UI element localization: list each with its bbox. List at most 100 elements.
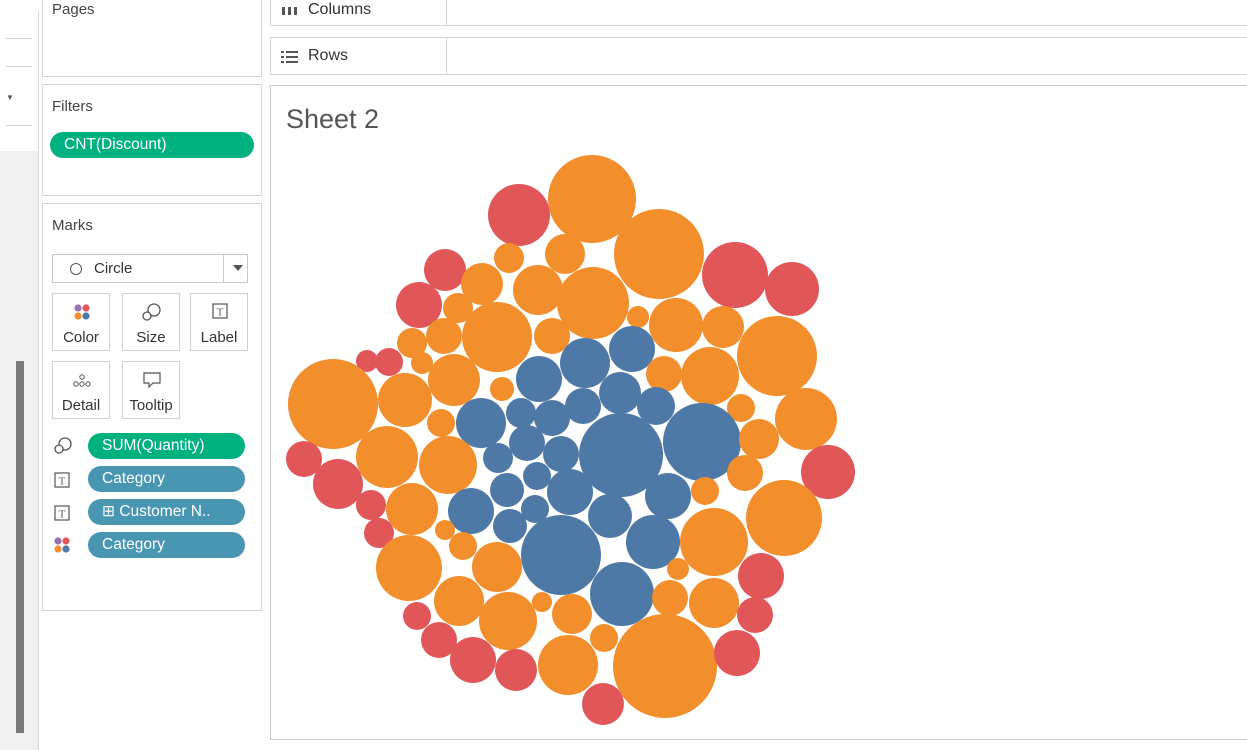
size-button[interactable]: Size [122, 293, 180, 351]
mark-type-value: Circle [94, 260, 133, 277]
bubble-red-58[interactable] [356, 490, 386, 520]
bubble-blue-37[interactable] [565, 388, 601, 424]
bubble-orange-41[interactable] [427, 409, 455, 437]
bubble-red-85[interactable] [403, 602, 431, 630]
bubble-orange-28[interactable] [737, 316, 817, 396]
label-field-pill-category[interactable]: Category [88, 466, 245, 492]
bubble-orange-80[interactable] [532, 592, 552, 612]
bubble-orange-18[interactable] [649, 298, 703, 352]
label-button[interactable]: T Label [190, 293, 248, 351]
chevron-down-icon[interactable] [233, 265, 243, 271]
bubble-orange-3[interactable] [614, 209, 704, 299]
bubble-orange-86[interactable] [590, 624, 618, 652]
bubble-orange-83[interactable] [689, 578, 739, 628]
filters-card[interactable]: Filters CNT(Discount) [42, 84, 262, 196]
bubble-orange-73[interactable] [376, 535, 442, 601]
bubble-red-2[interactable] [488, 184, 550, 246]
rows-shelf[interactable]: Rows [270, 37, 1247, 75]
bubble-blue-43[interactable] [509, 425, 545, 461]
bubble-orange-90[interactable] [538, 635, 598, 695]
bubble-orange-26[interactable] [411, 352, 433, 374]
bubble-orange-16[interactable] [426, 318, 462, 354]
bubble-orange-62[interactable] [691, 477, 719, 505]
bubble-orange-19[interactable] [702, 306, 744, 348]
bubble-orange-46[interactable] [739, 419, 779, 459]
label-field-pill-customer[interactable]: ⊞ Customer N.. [88, 499, 245, 525]
bubble-blue-65[interactable] [588, 494, 632, 538]
bubble-orange-5[interactable] [494, 243, 524, 273]
bubble-orange-20[interactable] [627, 306, 649, 328]
bubble-red-6[interactable] [424, 249, 466, 291]
bubble-blue-71[interactable] [521, 515, 601, 595]
bubble-orange-47[interactable] [356, 426, 418, 488]
bubble-orange-27[interactable] [428, 354, 480, 406]
bubble-blue-49[interactable] [543, 436, 579, 472]
color-field-pill-category[interactable]: Category [88, 532, 245, 558]
bubble-orange-81[interactable] [552, 594, 592, 634]
bubble-blue-53[interactable] [547, 469, 593, 515]
bubble-orange-55[interactable] [727, 455, 763, 491]
bubble-orange-32[interactable] [378, 373, 432, 427]
bubble-blue-66[interactable] [493, 509, 527, 543]
view-canvas[interactable]: Sheet 2 [270, 85, 1247, 740]
detail-button[interactable]: Detail [52, 361, 110, 419]
bubble-orange-31[interactable] [288, 359, 378, 449]
bubble-blue-60[interactable] [490, 473, 524, 507]
bubble-blue-77[interactable] [590, 562, 654, 626]
bubble-red-12[interactable] [765, 262, 819, 316]
size-field-pill[interactable]: SUM(Quantity) [88, 433, 245, 459]
bubble-orange-63[interactable] [746, 480, 822, 556]
bubble-blue-23[interactable] [516, 356, 562, 402]
mark-type-select[interactable]: Circle [52, 254, 248, 283]
bubble-orange-91[interactable] [613, 614, 717, 718]
pages-card[interactable]: Pages [42, 0, 262, 77]
label-button-label: Label [200, 329, 238, 346]
bubble-orange-40[interactable] [775, 388, 837, 450]
bubble-orange-75[interactable] [667, 558, 689, 580]
bubble-orange-78[interactable] [434, 576, 484, 626]
bubble-red-25[interactable] [375, 348, 403, 376]
bubble-blue-21[interactable] [609, 326, 655, 372]
collapse-caret-icon[interactable]: ▼ [6, 93, 14, 102]
bubble-orange-30[interactable] [681, 347, 739, 405]
rows-icon [281, 51, 298, 63]
bubble-orange-68[interactable] [435, 520, 455, 540]
columns-shelf[interactable]: Columns [270, 0, 1247, 26]
bubble-red-11[interactable] [702, 242, 768, 308]
bubble-orange-29[interactable] [646, 356, 682, 392]
bubble-red-57[interactable] [313, 459, 363, 509]
bubble-blue-54[interactable] [645, 473, 691, 519]
filter-pill-cnt-discount[interactable]: CNT(Discount) [50, 132, 254, 158]
label-icon: T [54, 505, 70, 521]
bubble-orange-7[interactable] [513, 265, 563, 315]
bubble-red-76[interactable] [738, 553, 784, 599]
bubble-blue-52[interactable] [523, 462, 551, 490]
bubble-red-88[interactable] [450, 637, 496, 683]
bubble-blue-64[interactable] [448, 488, 494, 534]
columns-icon [282, 7, 297, 15]
bubble-orange-72[interactable] [680, 508, 748, 576]
bubble-orange-82[interactable] [652, 580, 688, 616]
bubble-red-93[interactable] [582, 683, 624, 725]
tooltip-button-label: Tooltip [129, 397, 173, 414]
bubble-blue-51[interactable] [483, 443, 513, 473]
bubble-orange-4[interactable] [545, 234, 585, 274]
tooltip-button[interactable]: Tooltip [122, 361, 180, 419]
bubble-red-84[interactable] [737, 597, 773, 633]
bubble-orange-13[interactable] [462, 302, 532, 372]
bubble-red-89[interactable] [495, 649, 537, 691]
bubble-red-92[interactable] [714, 630, 760, 676]
color-button[interactable]: Color [52, 293, 110, 351]
packed-bubble-chart[interactable] [271, 86, 1247, 741]
bubble-blue-35[interactable] [506, 398, 536, 428]
bubble-orange-33[interactable] [490, 377, 514, 401]
bubble-blue-34[interactable] [599, 372, 641, 414]
bubble-orange-74[interactable] [472, 542, 522, 592]
bubble-orange-59[interactable] [386, 483, 438, 535]
bubble-orange-79[interactable] [479, 592, 537, 650]
bubble-orange-48[interactable] [419, 436, 477, 494]
scrollbar[interactable] [16, 361, 24, 733]
bubble-blue-22[interactable] [560, 338, 610, 388]
size-button-label: Size [136, 329, 166, 346]
bubble-orange-70[interactable] [449, 532, 477, 560]
